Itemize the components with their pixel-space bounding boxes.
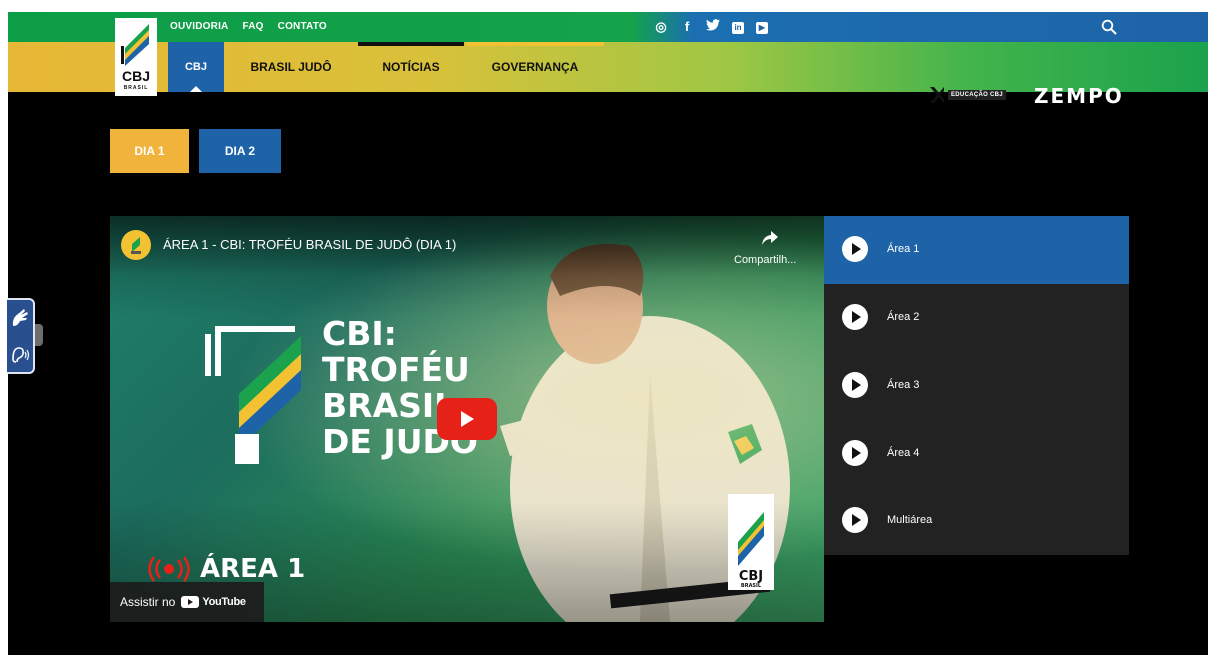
- play-circle-icon: [842, 372, 868, 398]
- youtube-logo: YouTube: [181, 596, 246, 608]
- play-icon: [461, 411, 474, 427]
- area-badge: ÁREA 1: [148, 554, 305, 584]
- cbj-logo[interactable]: CBJ BRASIL: [115, 18, 157, 96]
- playlist-item-area-2[interactable]: Área 2: [824, 284, 1129, 352]
- event-trophy-logo-icon: [205, 326, 301, 464]
- play-circle-icon: [842, 236, 868, 262]
- utility-links: OUVIDORIA FAQ CONTATO: [170, 21, 327, 32]
- channel-avatar[interactable]: [121, 230, 151, 260]
- watch-on-youtube-button[interactable]: Assistir no YouTube: [110, 582, 264, 622]
- playlist-item-label: Área 3: [887, 379, 920, 391]
- play-circle-icon: [842, 304, 868, 330]
- nav-accent-bar: [358, 42, 464, 46]
- search-icon[interactable]: [1101, 19, 1117, 35]
- active-caret-icon: [190, 86, 202, 92]
- share-icon[interactable]: [761, 230, 779, 246]
- cbj-watermark-subtext: BRASIL: [741, 583, 762, 589]
- nav-item-cbj[interactable]: CBJ: [168, 42, 224, 92]
- playlist-item-multiarea[interactable]: Multiárea: [824, 487, 1129, 555]
- educacao-cbj-text: EDUCAÇÃO CBJ: [948, 90, 1006, 100]
- playlist-item-label: Multiárea: [887, 514, 933, 526]
- linkedin-icon[interactable]: in: [732, 22, 744, 34]
- area-badge-text: ÁREA 1: [200, 554, 306, 584]
- youtube-play-button[interactable]: [437, 398, 497, 440]
- accessibility-widget[interactable]: [7, 298, 35, 374]
- cbj-logo-subtext: BRASIL: [123, 85, 149, 91]
- playlist-item-area-3[interactable]: Área 3: [824, 352, 1129, 420]
- event-title-line: TROFÉU: [322, 350, 470, 389]
- video-title[interactable]: ÁREA 1 - CBI: TROFÉU BRASIL DE JUDÔ (DIA…: [163, 237, 456, 252]
- area-playlist: Área 1 Área 2 Área 3 Área 4 Multiárea: [824, 216, 1129, 555]
- nav-item-noticias[interactable]: NOTÍCIAS: [358, 42, 464, 92]
- live-broadcast-icon: [148, 556, 190, 582]
- play-circle-icon: [842, 440, 868, 466]
- playlist-item-label: Área 2: [887, 311, 920, 323]
- tab-dia-1[interactable]: DIA 1: [110, 129, 189, 173]
- nav-item-brasil-judo-label: BRASIL JUDÔ: [250, 60, 332, 74]
- nav-item-noticias-label: NOTÍCIAS: [382, 60, 440, 74]
- sign-language-icon[interactable]: [10, 306, 30, 330]
- audio-accessibility-icon[interactable]: [10, 344, 30, 366]
- nav-item-cbj-label: CBJ: [184, 61, 207, 73]
- main-nav: CBJ BRASIL JUDÔ NOTÍCIAS GOVERNANÇA EDUC…: [8, 42, 1208, 108]
- playlist-item-label: Área 4: [887, 447, 920, 459]
- youtube-logo-icon: [181, 596, 200, 608]
- cbj-watermark-text: CBJ: [739, 569, 763, 584]
- educacao-mark-icon: [930, 87, 944, 103]
- facebook-icon[interactable]: f: [680, 19, 694, 35]
- nav-item-brasil-judo[interactable]: BRASIL JUDÔ: [230, 42, 352, 92]
- nav-item-governanca-label: GOVERNANÇA: [491, 60, 579, 74]
- top-utility-bar: OUVIDORIA FAQ CONTATO ◎ f in ▶: [8, 12, 1208, 42]
- nav-item-governanca[interactable]: GOVERNANÇA: [466, 42, 604, 92]
- link-faq[interactable]: FAQ: [242, 21, 263, 32]
- cbj-logo-text: CBJ: [121, 68, 150, 84]
- youtube-logo-text: YouTube: [202, 596, 246, 608]
- social-links: ◎ f in ▶: [654, 19, 768, 35]
- playlist-item-area-4[interactable]: Área 4: [824, 420, 1129, 488]
- page: OUVIDORIA FAQ CONTATO ◎ f in ▶ CBJ BRASI…: [8, 12, 1208, 655]
- playlist-item-area-1[interactable]: Área 1: [824, 216, 1129, 284]
- link-contato[interactable]: CONTATO: [278, 21, 327, 32]
- instagram-icon[interactable]: ◎: [654, 19, 668, 35]
- watch-on-label: Assistir no: [120, 595, 176, 609]
- video-player[interactable]: ÁREA 1 - CBI: TROFÉU BRASIL DE JUDÔ (DIA…: [110, 216, 824, 622]
- nav-accent-bar: [466, 42, 604, 46]
- share-label[interactable]: Compartilh...: [734, 254, 796, 266]
- twitter-icon[interactable]: [706, 19, 720, 35]
- playlist-item-label: Área 1: [887, 243, 920, 255]
- tab-dia-2[interactable]: DIA 2: [199, 129, 281, 173]
- educacao-cbj-logo[interactable]: EDUCAÇÃO CBJ: [929, 86, 1006, 104]
- event-title-line: CBI:: [322, 314, 397, 353]
- accessibility-toggle-handle[interactable]: [35, 324, 43, 346]
- link-ouvidoria[interactable]: OUVIDORIA: [170, 21, 228, 32]
- cbj-watermark-icon: CBJ BRASIL: [728, 494, 774, 590]
- cbj-logo-mark-icon: [121, 24, 149, 66]
- cbj-watermark-logo: CBJ BRASIL: [728, 494, 774, 590]
- play-circle-icon: [842, 507, 868, 533]
- youtube-icon[interactable]: ▶: [756, 22, 768, 34]
- zempo-logo[interactable]: ZEMPO: [1034, 84, 1124, 108]
